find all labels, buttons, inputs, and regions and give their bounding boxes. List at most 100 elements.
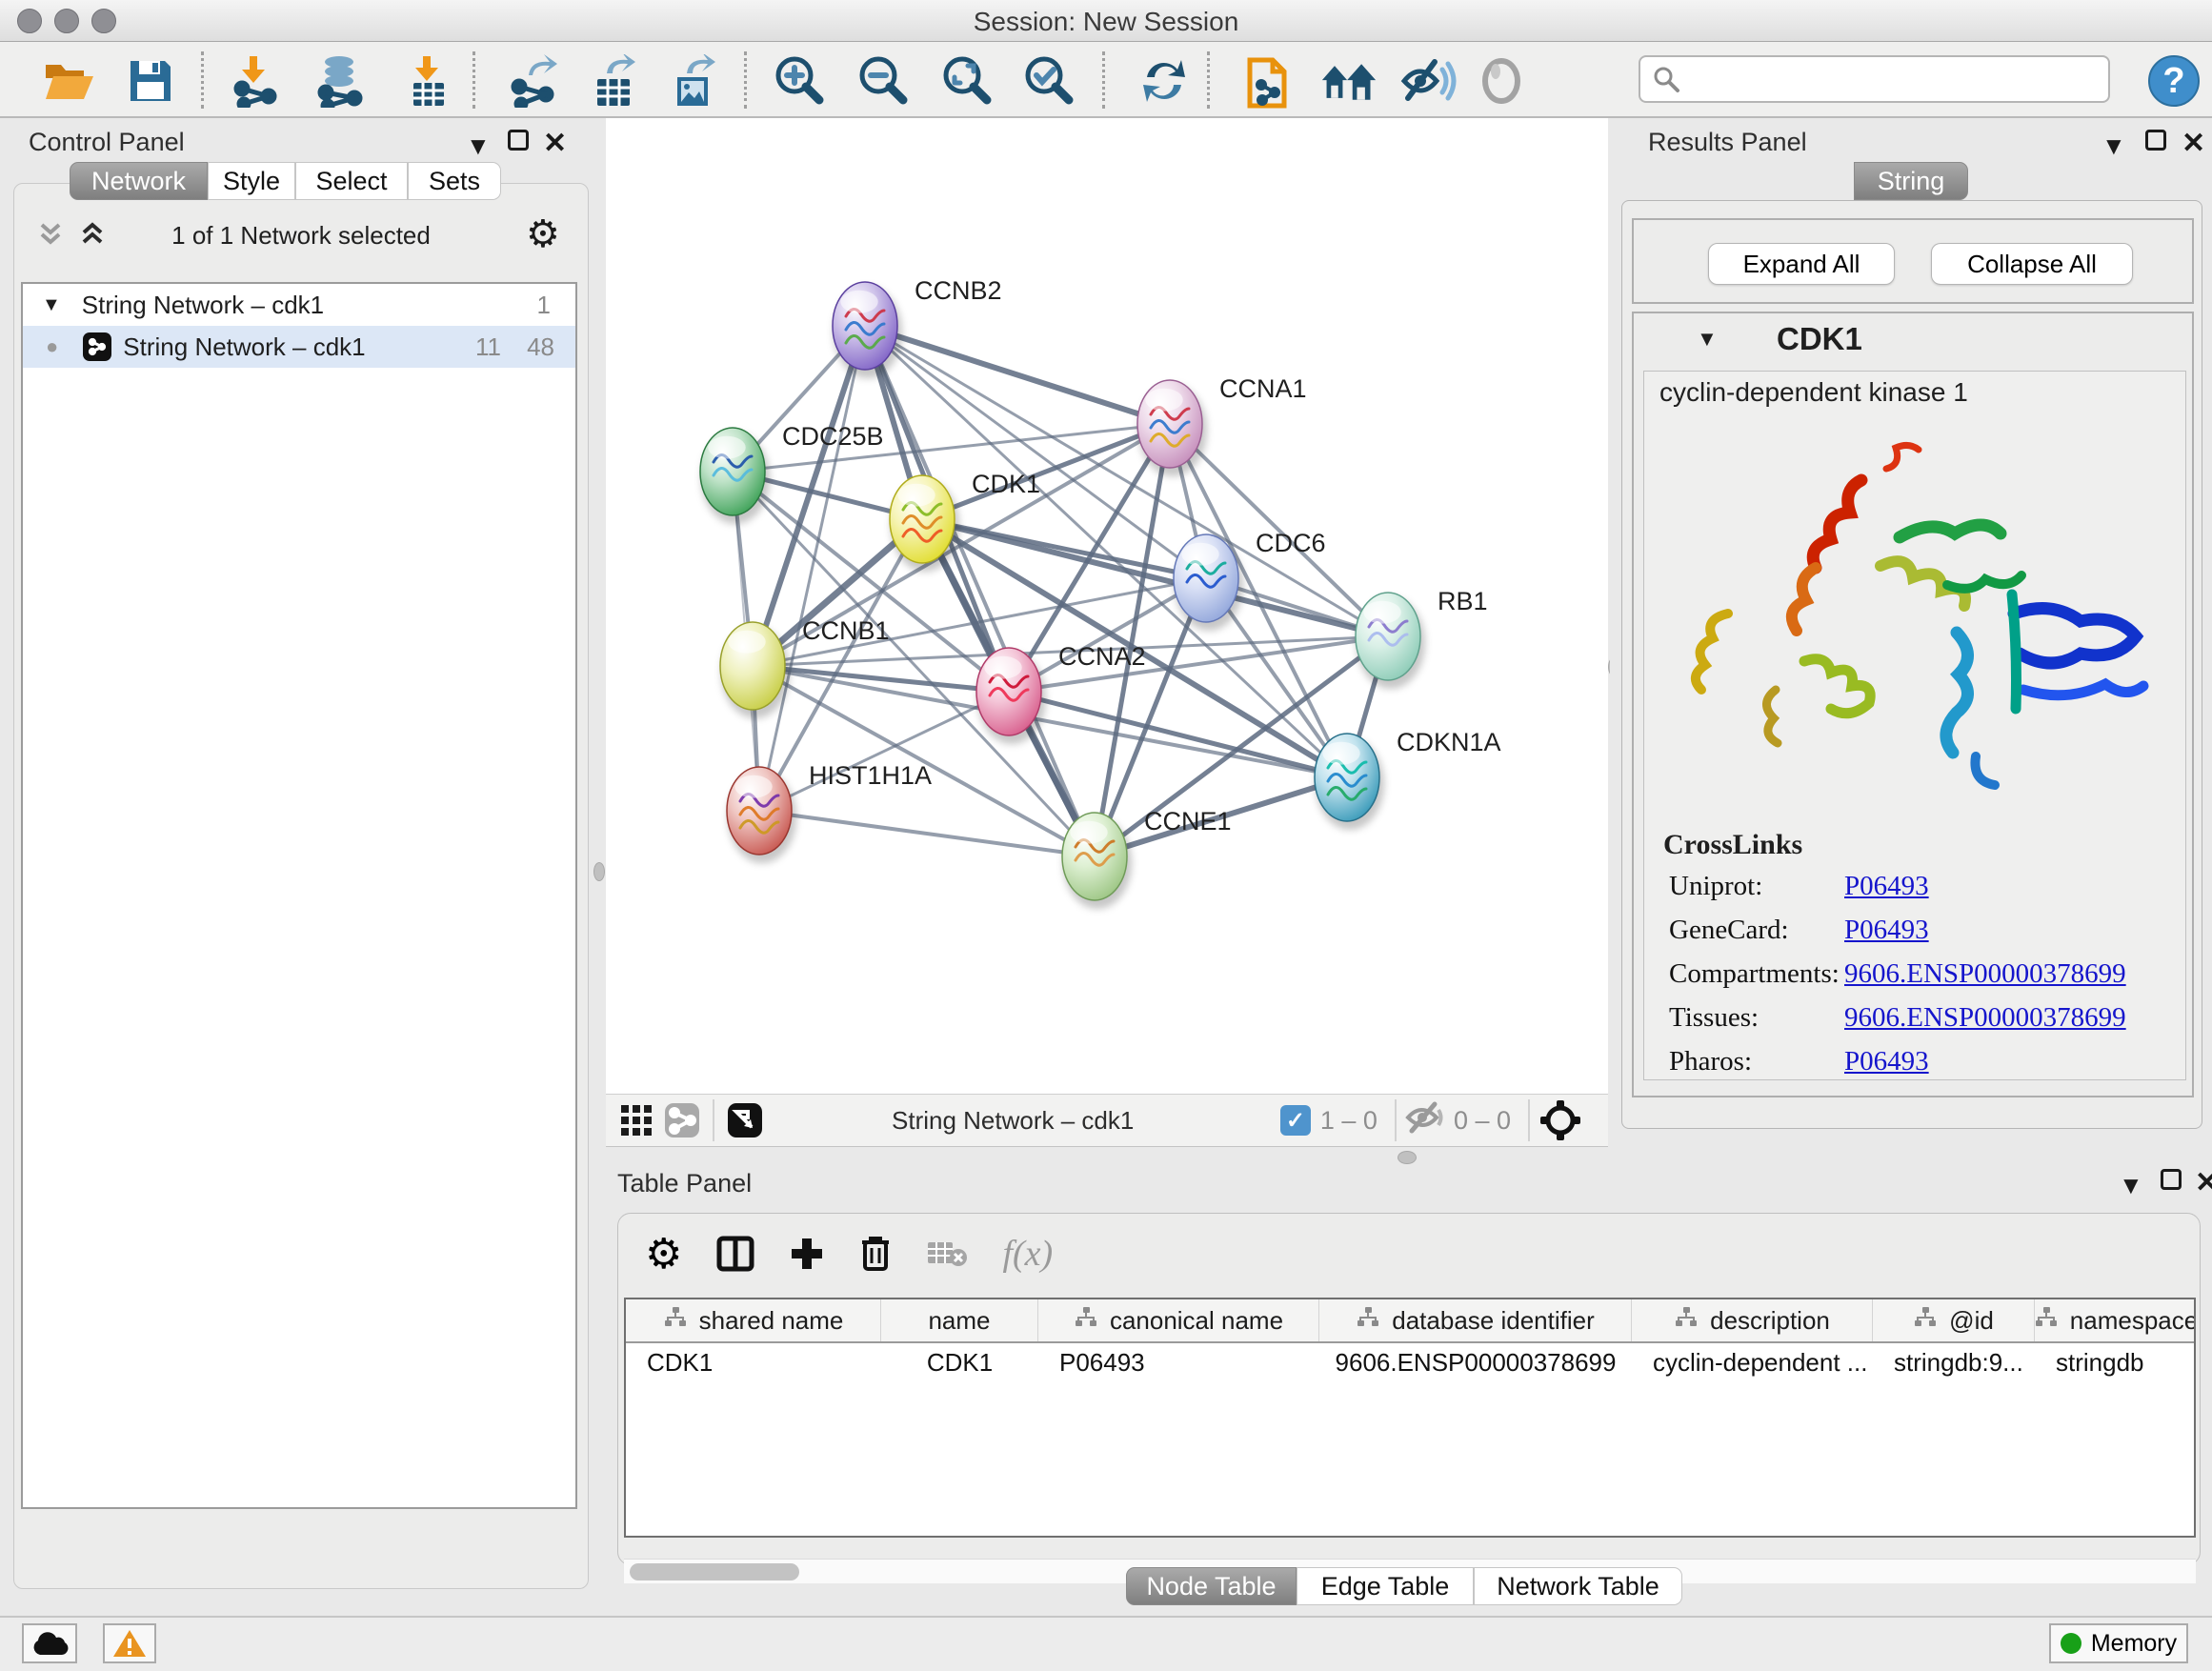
delete-table-icon[interactable]: [926, 1238, 968, 1269]
help-icon[interactable]: ?: [2145, 53, 2202, 109]
network-node-CCNE1[interactable]: [1062, 813, 1132, 909]
column-header-description[interactable]: description: [1632, 1299, 1873, 1341]
expand-all-button[interactable]: Expand All: [1708, 243, 1895, 285]
table-panel-menu-button[interactable]: ▼: [2119, 1173, 2143, 1198]
network-node-CCNB1[interactable]: [720, 622, 790, 718]
string-home-icon[interactable]: [1320, 53, 1377, 109]
table-settings-gear-icon[interactable]: ⚙: [645, 1230, 682, 1278]
collapse-all-button[interactable]: Collapse All: [1931, 243, 2133, 285]
network-edge[interactable]: [759, 811, 1095, 856]
network-node-CCNA2[interactable]: [976, 648, 1046, 744]
table-cell[interactable]: cyclin-dependent ...: [1632, 1348, 1873, 1378]
search-input[interactable]: [1690, 65, 2097, 94]
control-panel-menu-button[interactable]: ▼: [466, 133, 491, 158]
crosslink-link[interactable]: 9606.ENSP00000378699: [1844, 1002, 2126, 1034]
hide-unhide-icon[interactable]: [1400, 53, 1458, 109]
network-edge[interactable]: [865, 326, 1170, 424]
table-cell[interactable]: stringdb:9...: [1873, 1348, 2035, 1378]
results-panel-float-button[interactable]: [2145, 130, 2166, 154]
grid-view-icon[interactable]: [613, 1097, 659, 1143]
table-panel-float-button[interactable]: [2161, 1169, 2182, 1194]
export-image-icon[interactable]: [667, 53, 724, 109]
table-cell[interactable]: 9606.ENSP00000378699: [1319, 1348, 1632, 1378]
network-collection-row[interactable]: ▼ String Network – cdk1 1: [23, 284, 575, 326]
tab-select[interactable]: Select: [295, 162, 408, 200]
scrollbar-thumb[interactable]: [630, 1563, 799, 1580]
crosslink-link[interactable]: P06493: [1844, 1046, 1929, 1077]
tab-network[interactable]: Network: [70, 162, 208, 200]
network-node-RB1[interactable]: [1356, 593, 1425, 689]
crosslink-link[interactable]: P06493: [1844, 915, 1929, 946]
table-cell[interactable]: stringdb: [2035, 1348, 2196, 1378]
table-cell[interactable]: CDK1: [626, 1348, 881, 1378]
network-node-CDKN1A[interactable]: [1315, 734, 1384, 830]
import-network-file-icon[interactable]: [227, 53, 284, 109]
control-panel-close-button[interactable]: ✕: [543, 130, 567, 158]
network-row[interactable]: ● String Network – cdk1 11 48: [23, 326, 575, 368]
tab-sets[interactable]: Sets: [408, 162, 501, 200]
import-table-file-icon[interactable]: [400, 53, 457, 109]
network-edge[interactable]: [759, 326, 865, 811]
table-row[interactable]: CDK1CDK1P064939606.ENSP00000378699cyclin…: [626, 1343, 2194, 1381]
column-header-namespace[interactable]: namespace: [2035, 1299, 2196, 1341]
network-node-CDK1[interactable]: [890, 475, 959, 572]
zoom-in-icon[interactable]: [770, 53, 827, 109]
bottom-splitter-handle[interactable]: [1398, 1151, 1417, 1164]
table-panel-close-button[interactable]: ✕: [2195, 1169, 2212, 1198]
share-file-icon[interactable]: [1238, 53, 1296, 109]
results-panel-body: Expand All Collapse All ▼ CDK1 cyclin-de…: [1621, 200, 2202, 1129]
memory-button[interactable]: Memory: [2049, 1623, 2188, 1663]
tab-node-table[interactable]: Node Table: [1126, 1567, 1297, 1605]
network-node-CCNA1[interactable]: [1137, 380, 1207, 476]
selected-checkbox-icon[interactable]: ✓: [1280, 1105, 1311, 1136]
node-label-CDC6: CDC6: [1256, 529, 1326, 557]
network-edge[interactable]: [865, 326, 1388, 636]
network-view: CCNB2CCNA1CDC25BCDK1CDC6RB1CCNB1CCNA2CDK…: [606, 118, 1608, 1149]
network-canvas[interactable]: CCNB2CCNA1CDC25BCDK1CDC6RB1CCNB1CCNA2CDK…: [606, 118, 1608, 1094]
zoom-fit-icon[interactable]: [937, 53, 995, 109]
birdseye-view-icon[interactable]: [722, 1097, 768, 1143]
tab-style[interactable]: Style: [208, 162, 295, 200]
network-node-HIST1H1A[interactable]: [727, 767, 796, 863]
export-table-icon[interactable]: [587, 53, 644, 109]
column-header-@id[interactable]: @id: [1873, 1299, 2035, 1341]
function-builder-icon[interactable]: f(x): [1002, 1233, 1053, 1275]
import-network-database-icon[interactable]: [311, 53, 368, 109]
crosslink-link[interactable]: 9606.ENSP00000378699: [1844, 958, 2126, 990]
grayed-eye-icon[interactable]: [1473, 53, 1530, 109]
add-column-icon[interactable]: [789, 1236, 825, 1272]
refresh-layout-icon[interactable]: [1136, 53, 1193, 109]
crosslink-label: GeneCard:: [1669, 915, 1789, 946]
column-header-canonical-name[interactable]: canonical name: [1038, 1299, 1319, 1341]
network-node-CCNB2[interactable]: [833, 282, 902, 378]
tab-network-table[interactable]: Network Table: [1474, 1567, 1682, 1605]
column-header-shared-name[interactable]: shared name: [626, 1299, 881, 1341]
delete-column-icon[interactable]: [859, 1235, 892, 1273]
split-columns-icon[interactable]: [716, 1235, 754, 1273]
column-header-name[interactable]: name: [881, 1299, 1038, 1341]
warning-icon[interactable]: [103, 1623, 156, 1663]
left-splitter-handle[interactable]: [593, 862, 605, 881]
tab-string[interactable]: String: [1854, 162, 1968, 200]
node-table[interactable]: shared namenamecanonical namedatabase id…: [624, 1298, 2196, 1538]
crosslink-link[interactable]: P06493: [1844, 871, 1929, 902]
save-session-icon[interactable]: [122, 53, 179, 109]
export-network-icon[interactable]: [507, 53, 564, 109]
cloud-status-icon[interactable]: [22, 1623, 77, 1663]
center-view-icon[interactable]: [1538, 1097, 1583, 1143]
network-edge[interactable]: [759, 692, 1009, 811]
zoom-selected-icon[interactable]: [1019, 53, 1076, 109]
collection-expand-arrow-icon[interactable]: ▼: [42, 294, 61, 316]
network-share-view-icon[interactable]: [659, 1097, 705, 1143]
results-panel-close-button[interactable]: ✕: [2182, 130, 2205, 158]
open-session-icon[interactable]: [40, 53, 97, 109]
table-cell[interactable]: CDK1: [881, 1348, 1038, 1378]
zoom-out-icon[interactable]: [854, 53, 911, 109]
table-cell[interactable]: P06493: [1038, 1348, 1319, 1378]
column-header-database-identifier[interactable]: database identifier: [1319, 1299, 1632, 1341]
results-panel-menu-button[interactable]: ▼: [2101, 133, 2126, 158]
tab-edge-table[interactable]: Edge Table: [1297, 1567, 1474, 1605]
control-panel-float-button[interactable]: [508, 130, 529, 154]
entry-collapse-arrow-icon[interactable]: ▼: [1697, 327, 1718, 352]
network-options-gear-icon[interactable]: ⚙: [526, 215, 560, 253]
